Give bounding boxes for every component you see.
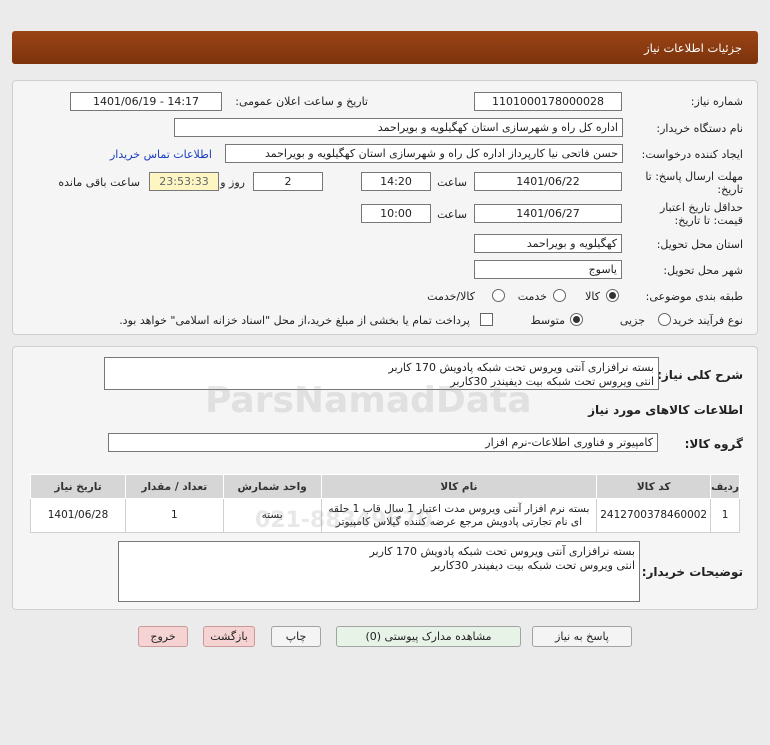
need-number-field: 1101000178000028 <box>474 92 622 111</box>
reply-date-field: 1401/06/22 <box>474 172 622 191</box>
validity-label-line2: قیمت: تا تاریخ: <box>674 214 743 227</box>
col-code: کد کالا <box>596 474 712 499</box>
remaining-time-label: ساعت باقی مانده <box>58 176 140 189</box>
buyer-notes-line-1: بسته نرافزاری آنتی ویروس تحت شبکه پادویش… <box>369 545 635 558</box>
category-option-service: خدمت <box>517 290 547 303</box>
treasury-payment-note: پرداخت تمام یا بخشی از مبلغ خرید،از محل … <box>119 314 470 327</box>
delivery-province-field: کهگیلویه و بویراحمد <box>474 234 622 253</box>
summary-line-1: بسته نرافزاری آنتی ویروس تحت شبکه پادویش… <box>388 361 654 374</box>
col-qty: تعداد / مقدار <box>125 474 224 499</box>
row-unit: بسته <box>222 498 322 533</box>
process-type-label: نوع فرآیند خرید : <box>665 314 743 327</box>
remaining-time-field: 23:53:33 <box>149 172 219 191</box>
delivery-province-label: استان محل تحویل: <box>656 238 743 251</box>
reply-time-field: 14:20 <box>361 172 431 191</box>
validity-time-field: 10:00 <box>361 204 431 223</box>
category-option-both: کالا/خدمت <box>427 290 475 303</box>
goods-section-title: اطلاعات کالاهای مورد نیاز <box>588 403 743 417</box>
delivery-city-label: شهر محل تحویل: <box>663 264 743 277</box>
buyer-notes-label: توضیحات خریدار: <box>641 565 743 579</box>
validity-label: حداقل تاریخ اعتبار قیمت: تا تاریخ: <box>660 201 743 227</box>
row-code: 2412700378460002 <box>596 498 712 533</box>
goods-group-field: کامپیوتر و فناوری اطلاعات-نرم افزار <box>108 433 658 452</box>
announce-datetime-label: تاریخ و ساعت اعلان عمومی: <box>235 95 368 108</box>
process-option-minor: جزیی <box>619 314 645 327</box>
days-remaining-field: 2 <box>253 172 323 191</box>
reply-deadline-label-line2: تاریخ: <box>717 183 743 196</box>
goods-table-header: ردیف کد کالا نام کالا واحد شمارش تعداد /… <box>29 474 740 499</box>
days-label: روز و <box>220 176 245 189</box>
print-button[interactable]: چاپ <box>271 626 321 647</box>
reply-deadline-label-line1: مهلت ارسال پاسخ: تا <box>645 170 743 183</box>
back-button[interactable]: بازگشت <box>203 626 255 647</box>
category-label: طبقه بندی موضوعی: <box>645 290 743 303</box>
row-name: بسته نرم افزار آنتی ویروس مدت اعتبار 1 س… <box>320 498 598 533</box>
validity-time-label: ساعت <box>437 208 467 221</box>
category-radio-goods[interactable] <box>606 289 619 302</box>
buyer-notes-line-2: انتی ویروس تحت شبکه بیت دیفیندر 30کاربر <box>431 559 635 572</box>
col-unit: واحد شمارش <box>222 474 322 499</box>
announce-datetime-field: 1401/06/19 - 14:17 <box>70 92 222 111</box>
table-row: 1 2412700378460002 بسته نرم افزار آنتی و… <box>29 498 740 533</box>
goods-group-label: گروه کالا: <box>684 437 743 451</box>
summary-label: شرح کلی نیاز: <box>657 368 743 382</box>
need-number-label: شماره نیاز: <box>690 95 743 108</box>
buyer-org-label: نام دستگاه خریدار: <box>656 122 743 135</box>
creator-field: حسن فاتحی نیا کارپرداز اداره کل راه و شه… <box>225 144 623 163</box>
validity-date-field: 1401/06/27 <box>474 204 622 223</box>
treasury-payment-checkbox[interactable] <box>480 313 493 326</box>
process-option-medium: متوسط <box>530 314 565 327</box>
page-title: جزئیات اطلاعات نیاز <box>12 31 758 64</box>
reply-time-label: ساعت <box>437 176 467 189</box>
delivery-city-field: یاسوج <box>474 260 622 279</box>
category-option-goods: کالا <box>585 290 600 303</box>
reply-button[interactable]: پاسخ به نیاز <box>532 626 632 647</box>
category-radio-service[interactable] <box>553 289 566 302</box>
validity-label-line1: حداقل تاریخ اعتبار <box>659 201 743 214</box>
col-name: نام کالا <box>320 474 598 499</box>
row-qty: 1 <box>125 498 224 533</box>
goods-table: ردیف کد کالا نام کالا واحد شمارش تعداد /… <box>29 474 740 533</box>
summary-line-2: انتی ویروس تحت شبکه بیت دیفیندر 30کاربر <box>450 375 654 388</box>
summary-description: بسته نرافزاری آنتی ویروس تحت شبکه پادویش… <box>104 357 659 390</box>
row-date: 1401/06/28 <box>29 498 127 533</box>
row-index: 1 <box>710 498 740 533</box>
buyer-notes-description: بسته نرافزاری آنتی ویروس تحت شبکه پادویش… <box>118 541 640 602</box>
process-radio-medium[interactable] <box>570 313 583 326</box>
reply-deadline-label: مهلت ارسال پاسخ: تا تاریخ: <box>645 170 743 196</box>
attachments-button[interactable]: مشاهده مدارک پیوستی (0) <box>336 626 521 647</box>
col-index: ردیف <box>710 474 740 499</box>
buyer-contact-link[interactable]: اطلاعات تماس خریدار <box>110 148 212 161</box>
process-radio-minor[interactable] <box>658 313 671 326</box>
row-name-line-1: بسته نرم افزار آنتی ویروس مدت اعتبار 1 س… <box>328 502 590 515</box>
col-date: تاریخ نیاز <box>29 474 127 499</box>
buyer-org-field: اداره کل راه و شهرسازی استان کهگیلویه و … <box>174 118 623 137</box>
category-radio-both[interactable] <box>492 289 505 302</box>
creator-label: ایجاد کننده درخواست: <box>641 148 743 161</box>
row-name-line-2: ای نام تجارتی پادویش مرجع عرضه کننده گیل… <box>335 515 583 528</box>
exit-button[interactable]: خروج <box>138 626 188 647</box>
